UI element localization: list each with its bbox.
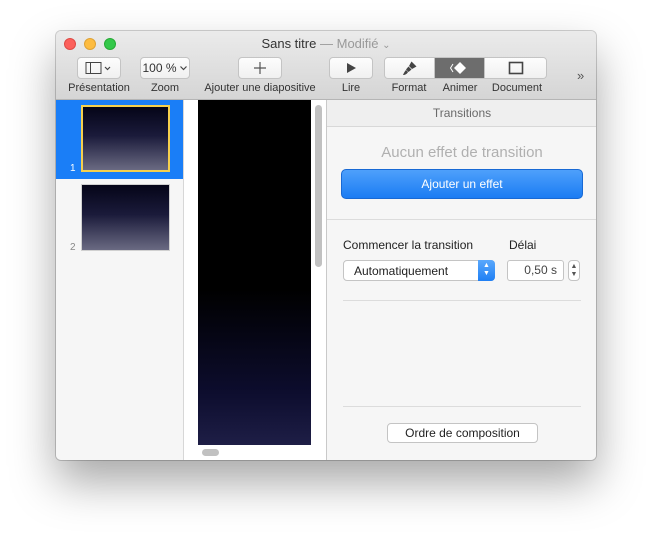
title-chevron-icon: ⌄ [382,40,391,51]
presentation-view-button[interactable] [77,57,121,79]
no-transition-text: Aucun effet de transition [381,144,543,161]
title-separator: — [319,36,333,51]
slide-number: 1 [70,163,76,174]
plus-icon [254,62,266,74]
slide-number: 2 [70,242,76,253]
current-slide[interactable] [198,100,311,445]
start-transition-label: Commencer la transition [343,238,474,252]
format-segment[interactable] [385,58,435,78]
divider [343,300,581,301]
presentation-label: Présentation [68,82,130,94]
add-slide-button[interactable] [238,57,282,79]
document-name: Sans titre [261,36,317,51]
up-down-chevron-icon: ▲ ▼ [478,260,495,281]
animate-inspector: Transitions Aucun effet de transition Aj… [326,100,596,460]
title-bar: Sans titre — Modifié ⌄ Présentation 100 … [56,31,596,100]
divider [343,406,581,407]
slide-thumbnail-2[interactable]: 2 [56,179,183,258]
divider [327,219,596,220]
animate-segment[interactable] [435,58,485,78]
document-segment[interactable] [485,58,546,78]
toolbar-overflow-button[interactable]: » [577,68,584,83]
zoom-label: Zoom [150,82,180,94]
play-button[interactable] [329,57,373,79]
horizontal-scrollbar[interactable] [202,449,219,456]
format-label: Format [391,82,427,94]
modified-status: Modifié [336,36,379,51]
delay-label: Délai [509,238,537,252]
play-label: Lire [341,82,361,94]
slide-thumbnail-1[interactable]: 1 [56,100,183,179]
transitions-tab[interactable]: Transitions [327,100,596,127]
slide-preview [81,184,170,251]
zoom-popup[interactable]: 100 % [140,57,190,79]
play-icon [347,63,356,73]
diamond-animate-icon [449,62,466,74]
zoom-value: 100 % [142,61,177,75]
document-label: Document [491,82,543,94]
paintbrush-icon [402,61,416,75]
window-title[interactable]: Sans titre — Modifié ⌄ [56,36,596,51]
animate-label: Animer [442,82,478,94]
delay-stepper[interactable]: ▲ ▼ [568,260,580,281]
start-transition-popup[interactable]: Automatiquement ▲ ▼ [343,260,495,281]
slide-navigator: 1 2 [56,100,183,460]
add-slide-label: Ajouter une diapositive [204,82,316,94]
document-icon [508,61,523,75]
keynote-window: Sans titre — Modifié ⌄ Présentation 100 … [56,31,596,460]
add-effect-button[interactable]: Ajouter un effet [341,169,583,199]
chevron-down-icon [179,66,187,71]
inspector-segmented-control [384,57,547,79]
start-transition-value: Automatiquement [354,264,449,278]
build-order-button[interactable]: Ordre de composition [387,423,538,443]
slide-canvas [183,100,326,460]
slide-preview [81,105,170,172]
vertical-scrollbar[interactable] [315,105,322,267]
delay-field[interactable]: 0,50 s [507,260,564,281]
sidebar-layout-icon [85,62,111,74]
